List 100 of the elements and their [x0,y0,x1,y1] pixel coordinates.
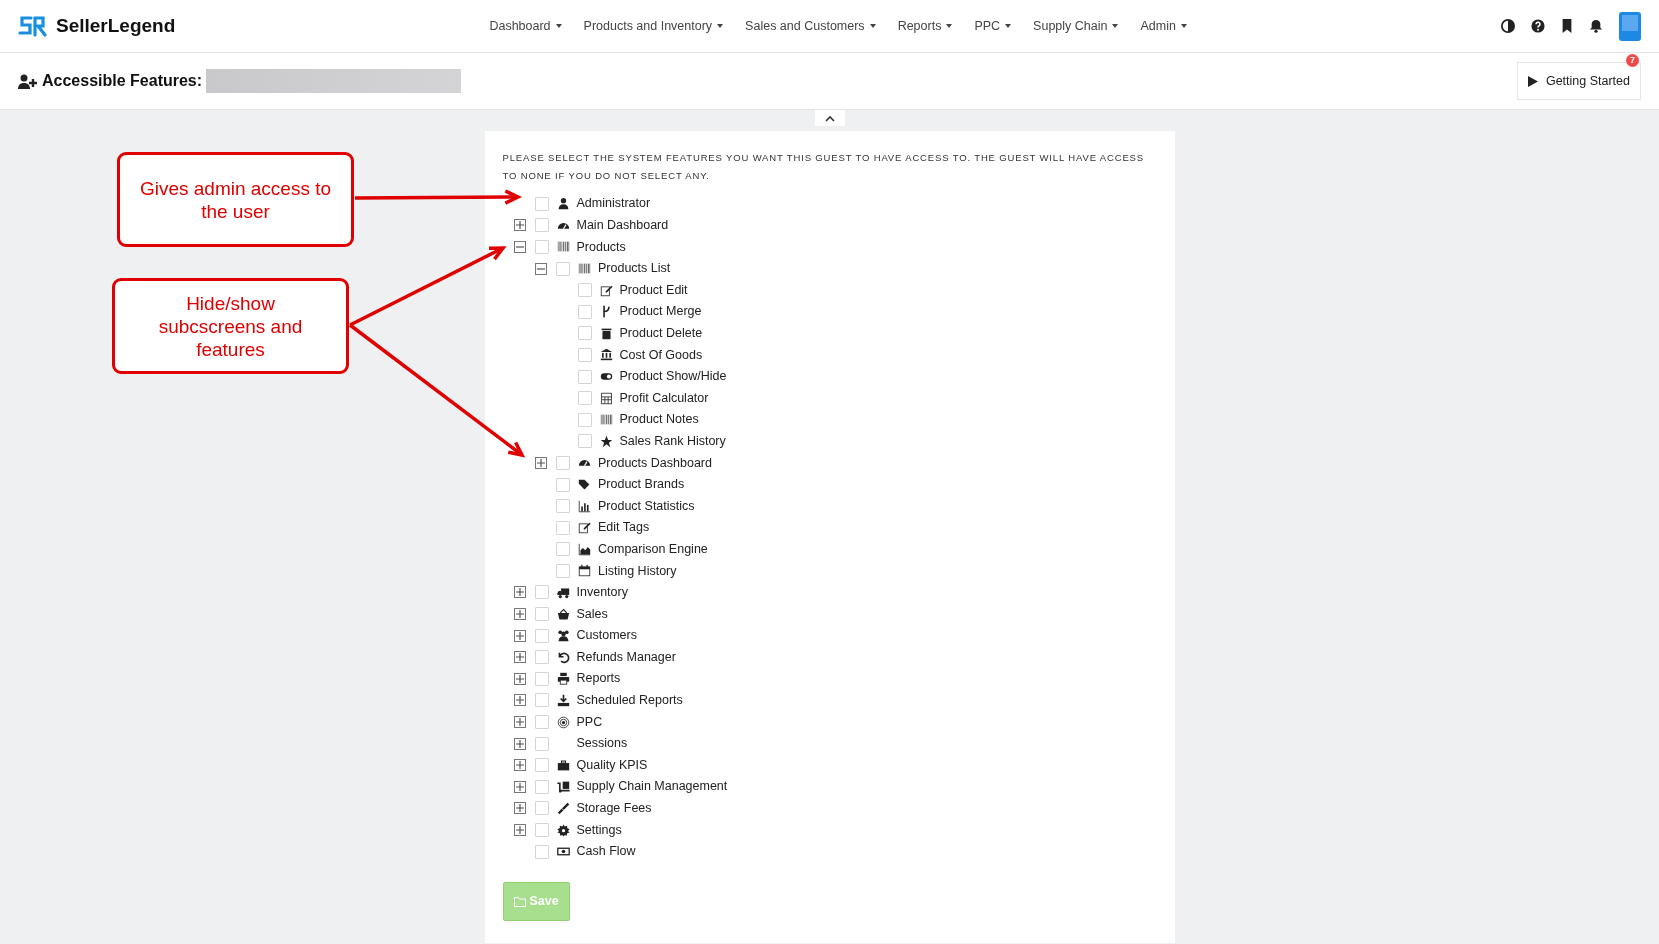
instructions-text: PLEASE SELECT THE SYSTEM FEATURES YOU WANT THIS GUEST TO HAVE ACCESS TO. THE GUEST WILL HAVE ACCESS TO NONE IF YOU DO NOT SELECT ANY. [502,151,1145,183]
plus-icon [515,653,524,662]
nav-menu[interactable]: PPC [963,16,1023,36]
bar-chart-icon [578,499,591,513]
tree-toggle[interactable] [513,608,526,621]
checkbox[interactable] [577,412,592,427]
checkbox[interactable] [534,736,549,751]
checkbox[interactable] [577,326,592,341]
tree-label: Scheduled Reports [576,692,683,710]
tree-label: Inventory [576,584,628,602]
tree-label: PPC [576,713,603,731]
checkbox[interactable] [534,823,549,837]
chevron-up-icon [824,114,835,122]
collapse-tab[interactable] [814,110,845,126]
checkbox[interactable] [556,542,570,557]
checkbox[interactable] [534,801,549,816]
checkbox[interactable] [534,779,549,794]
logo-icon [18,15,48,37]
tree-toggle[interactable] [535,456,547,469]
plus-icon [515,221,524,230]
checkbox[interactable] [577,283,592,298]
nav-menu[interactable]: Sales and Customers [734,16,887,36]
tree-label: Edit Tags [598,519,650,537]
tree-label: Product Merge [619,303,702,321]
checkbox[interactable] [556,563,570,578]
nav-menu[interactable]: Products and Inventory [572,16,735,36]
tree-label: Main Dashboard [576,217,669,234]
nav-menu[interactable]: Reports [886,16,964,36]
contrast-icon[interactable] [1501,19,1515,33]
tree-toggle[interactable] [513,824,526,836]
avatar-icon[interactable] [1619,11,1641,41]
dolly-icon [556,780,570,794]
checkbox[interactable] [534,607,549,622]
tree-label: Cash Flow [576,843,636,861]
checkbox[interactable] [577,434,592,449]
checkbox[interactable] [534,196,549,211]
tag-icon [578,478,591,491]
checkbox[interactable] [534,650,549,665]
tree-toggle[interactable] [513,672,526,685]
nav-menu[interactable]: Supply Chain [1022,16,1130,36]
barcode-icon [556,240,570,254]
page-title: Accessible Features: [42,71,203,91]
tree-label: Cost Of Goods [619,346,703,364]
notification-icon[interactable] [1589,19,1603,33]
edit-icon [578,521,591,535]
getting-started-button[interactable]: Getting Started [1516,62,1641,100]
target-icon [556,715,570,729]
download-icon [556,693,570,707]
tree-toggle[interactable] [513,802,526,815]
tree-toggle[interactable] [513,737,526,750]
checkbox[interactable] [534,671,549,686]
checkbox[interactable] [534,218,549,233]
undo-icon [556,650,570,664]
star-icon [599,434,613,448]
checkbox[interactable] [556,261,570,276]
barcode-icon [578,262,591,276]
brand-name: SellerLegend [56,13,176,38]
checkbox[interactable] [534,758,549,773]
tree-label: Comparison Engine [598,540,708,558]
plus-icon [515,739,524,748]
tree-toggle[interactable] [513,651,526,664]
bookmark-icon[interactable] [1561,19,1573,33]
nav-menu[interactable]: Admin [1129,16,1198,36]
tree-toggle[interactable] [535,262,547,275]
tree-toggle[interactable] [513,780,526,793]
checkbox[interactable] [577,347,592,362]
checkbox[interactable] [534,715,549,730]
users-icon [556,629,570,643]
calendar-icon [578,564,591,578]
checkbox[interactable] [577,304,592,319]
tree-toggle[interactable] [513,241,526,253]
tree-toggle[interactable] [513,716,526,729]
checkbox[interactable] [534,585,549,600]
checkbox[interactable] [534,844,549,859]
checkbox[interactable] [556,455,570,470]
tree-label: Product Brands [598,476,685,494]
tree-label: Product Statistics [598,497,695,515]
checkbox[interactable] [534,240,549,254]
tree-label: Product Notes [619,411,699,429]
truck-icon [556,586,570,599]
minus-icon [515,243,524,251]
plus-icon [515,718,524,727]
checkbox[interactable] [577,369,592,384]
plus-icon [537,458,545,467]
tree-toggle[interactable] [513,586,526,599]
nav-menu[interactable]: Dashboard [478,16,573,36]
tree-toggle[interactable] [513,629,526,642]
help-icon[interactable] [1531,19,1545,33]
tree-toggle[interactable] [513,759,526,772]
checkbox[interactable] [534,628,549,643]
plus-icon [515,761,524,770]
checkbox[interactable] [556,499,570,514]
checkbox[interactable] [577,391,592,406]
tree-label: Sessions [576,735,628,753]
tree-toggle[interactable] [513,694,526,707]
tree-label: Products List [598,260,671,278]
checkbox[interactable] [556,477,570,492]
checkbox[interactable] [556,520,570,535]
tree-toggle[interactable] [513,219,526,232]
checkbox[interactable] [534,693,549,708]
